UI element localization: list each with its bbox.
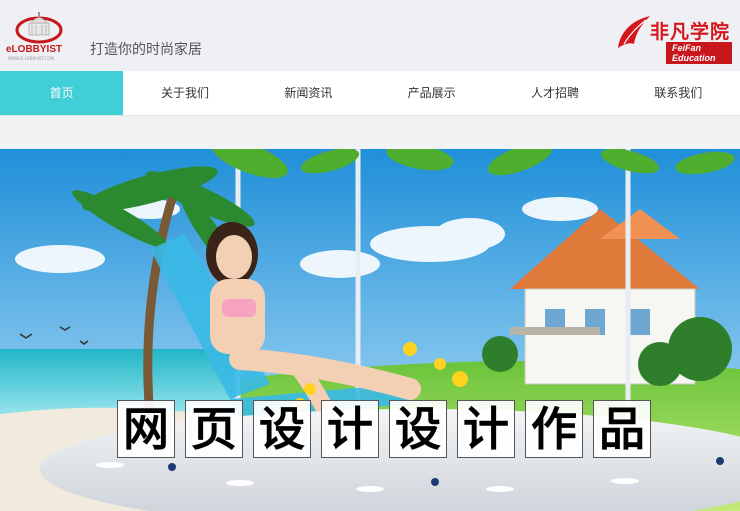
capitol-icon: [15, 12, 63, 44]
title-char: 计: [321, 400, 379, 458]
nav-item-about[interactable]: 关于我们: [123, 71, 246, 115]
feifan-brand-logo[interactable]: 非凡学院 FeiFan Education: [614, 14, 732, 64]
elobbyist-logo[interactable]: eLOBBYIST WWW.E-LOBBYIST.COM: [6, 10, 72, 62]
site-slogan: 打造你的时尚家居: [90, 42, 202, 58]
nav-item-products[interactable]: 产品展示: [370, 71, 493, 115]
title-char: 品: [593, 400, 651, 458]
logo-text: eLOBBYIST: [6, 44, 63, 55]
title-char: 网: [117, 400, 175, 458]
brand-name: 非凡学院: [650, 21, 731, 43]
title-char: 页: [185, 400, 243, 458]
title-char: 作: [525, 400, 583, 458]
page: eLOBBYIST WWW.E-LOBBYIST.COM 打造你的时尚家居 非凡…: [0, 0, 740, 511]
title-char: 计: [457, 400, 515, 458]
title-char: 设: [389, 400, 447, 458]
nav-item-home[interactable]: 首页: [0, 71, 124, 115]
title-char: 设: [253, 400, 311, 458]
header: eLOBBYIST WWW.E-LOBBYIST.COM 打造你的时尚家居 非凡…: [0, 0, 740, 71]
nav-item-news[interactable]: 新闻资讯: [247, 71, 370, 115]
logo-url: WWW.E-LOBBYIST.COM: [8, 56, 54, 61]
banner-title: 网 页 设 计 设 计 作 品: [117, 400, 661, 458]
nav-item-jobs[interactable]: 人才招聘: [493, 71, 616, 115]
spacer-band: [0, 116, 740, 149]
main-nav: 首页 关于我们 新闻资讯 产品展示 人才招聘 联系我们: [0, 71, 740, 116]
nav-item-contact[interactable]: 联系我们: [617, 71, 740, 115]
leaf-icon: [618, 16, 650, 48]
brand-english: FeiFan Education: [666, 42, 732, 64]
